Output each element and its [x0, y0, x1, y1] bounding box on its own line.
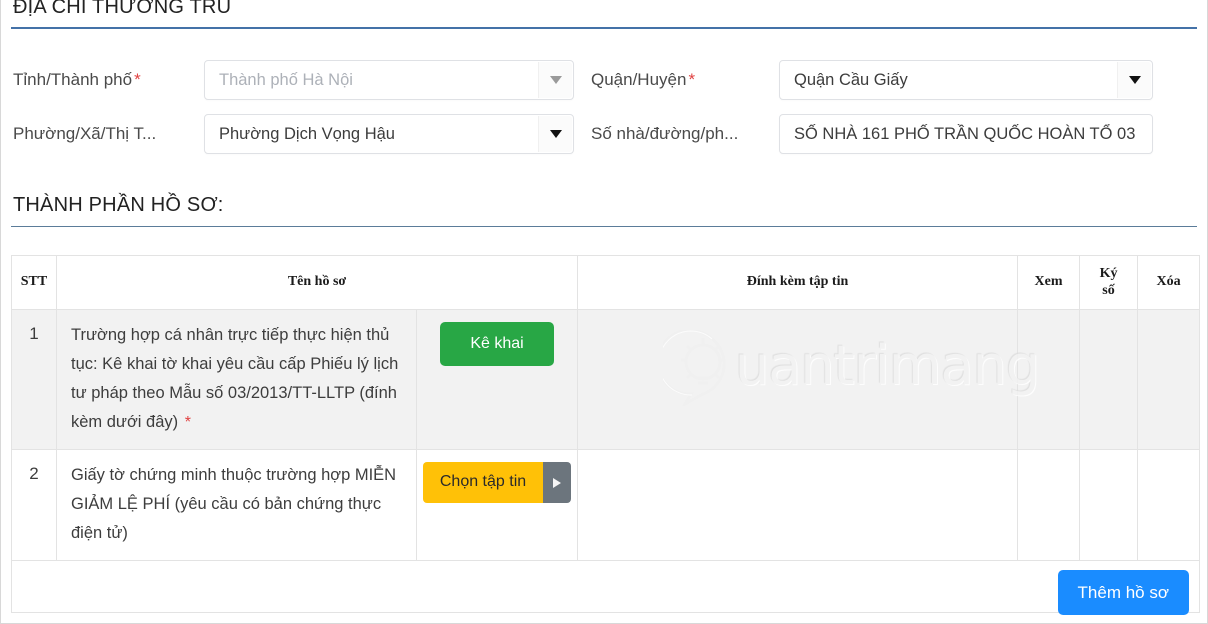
required-asterisk-province: *: [134, 70, 141, 89]
column-header-digital-signature: Ký số: [1079, 255, 1139, 310]
section-divider-documents: [11, 226, 1197, 227]
form-row-1: Tỉnh/Thành phố * Thành phố Hà Nội Quận/Hu…: [1, 60, 1207, 114]
table-header-row: STT Tên hồ sơ Đính kèm tập tin Xem Ký số…: [11, 255, 1201, 310]
chevron-down-icon[interactable]: [538, 116, 572, 152]
cell-attachment: [577, 449, 1019, 561]
label-ward: Phường/Xã/Thị T...: [1, 114, 204, 154]
column-header-stt: STT: [11, 255, 57, 310]
column-header-delete: Xóa: [1137, 255, 1201, 310]
label-ward-text: Phường/Xã/Thị T...: [13, 124, 157, 143]
page-root: ĐỊA CHỈ THƯỜNG TRÚ Tỉnh/Thành phố * Thành…: [0, 0, 1208, 624]
cell-delete[interactable]: [1137, 309, 1201, 450]
cell-document-name: Trường hợp cá nhân trực tiếp thực hiện t…: [56, 309, 417, 450]
cell-delete[interactable]: [1137, 449, 1201, 561]
select-district[interactable]: Quận Cầu Giấy: [779, 60, 1153, 100]
declare-button[interactable]: Kê khai: [440, 322, 554, 366]
label-district: Quận/Huyện *: [574, 60, 779, 100]
input-street[interactable]: SỐ NHÀ 161 PHỐ TRẦN QUỐC HOÀN TỔ 03: [779, 114, 1153, 154]
select-ward-value: Phường Dịch Vọng Hậu: [219, 125, 395, 143]
cell-stt: 2: [11, 449, 57, 561]
column-header-sign-line2: số: [1102, 282, 1115, 298]
chevron-down-icon[interactable]: [1117, 62, 1151, 98]
select-province-value: Thành phố Hà Nội: [219, 71, 353, 89]
cell-document-name: Giấy tờ chứng minh thuộc trường hợp MIỄN…: [56, 449, 417, 561]
column-header-sign-line1: Ký: [1099, 266, 1118, 282]
cell-view[interactable]: [1017, 449, 1081, 561]
cell-stt: 1: [11, 309, 57, 450]
column-header-name: Tên hồ sơ: [55, 255, 579, 310]
document-name-text: Trường hợp cá nhân trực tiếp thực hiện t…: [71, 326, 399, 431]
add-record-button[interactable]: Thêm hồ sơ: [1057, 570, 1189, 615]
caret-right-icon[interactable]: [543, 462, 572, 503]
chevron-down-icon[interactable]: [538, 62, 572, 98]
cell-footer-spacer: [10, 560, 1201, 613]
section-title-address: ĐỊA CHỈ THƯỜNG TRÚ: [13, 0, 232, 18]
label-province-text: Tỉnh/Thành phố: [13, 70, 133, 89]
cell-sign[interactable]: [1079, 309, 1139, 450]
select-ward[interactable]: Phường Dịch Vọng Hậu: [204, 114, 574, 154]
cell-view[interactable]: [1017, 309, 1081, 450]
select-district-value: Quận Cầu Giấy: [794, 71, 908, 89]
cell-action: Kê khai: [415, 309, 579, 450]
table-row: 1 Trường hợp cá nhân trực tiếp thực hiện…: [11, 309, 1201, 450]
address-form: Tỉnh/Thành phố * Thành phố Hà Nội Quận/Hu…: [1, 60, 1207, 168]
cell-sign[interactable]: [1079, 449, 1139, 561]
cell-action: Chọn tập tin: [415, 449, 579, 561]
choose-file-label: Chọn tập tin: [422, 462, 544, 503]
required-asterisk-row1: *: [184, 414, 191, 431]
section-divider-address: [11, 27, 1197, 29]
column-header-attachment: Đính kèm tập tin: [577, 255, 1019, 310]
input-street-value: SỐ NHÀ 161 PHỐ TRẦN QUỐC HOÀN TỔ 03: [794, 125, 1136, 143]
cell-attachment: [577, 309, 1019, 450]
documents-table-wrapper: STT Tên hồ sơ Đính kèm tập tin Xem Ký số…: [10, 255, 1201, 613]
label-street: Số nhà/đường/ph...: [574, 114, 779, 154]
table-footer-row: [10, 560, 1201, 613]
section-title-documents: THÀNH PHẦN HỒ SƠ:: [13, 194, 224, 216]
column-header-view: Xem: [1017, 255, 1081, 310]
required-asterisk-district: *: [688, 70, 696, 89]
label-district-text: Quận/Huyện: [591, 70, 687, 89]
select-province[interactable]: Thành phố Hà Nội: [204, 60, 574, 100]
form-row-2: Phường/Xã/Thị T... Phường Dịch Vọng Hậu …: [1, 114, 1207, 168]
choose-file-button[interactable]: Chọn tập tin: [422, 462, 572, 503]
label-street-text: Số nhà/đường/ph...: [591, 124, 739, 143]
table-row: 2 Giấy tờ chứng minh thuộc trường hợp MI…: [11, 449, 1201, 561]
documents-table: STT Tên hồ sơ Đính kèm tập tin Xem Ký số…: [10, 255, 1201, 613]
label-province: Tỉnh/Thành phố *: [1, 60, 204, 100]
